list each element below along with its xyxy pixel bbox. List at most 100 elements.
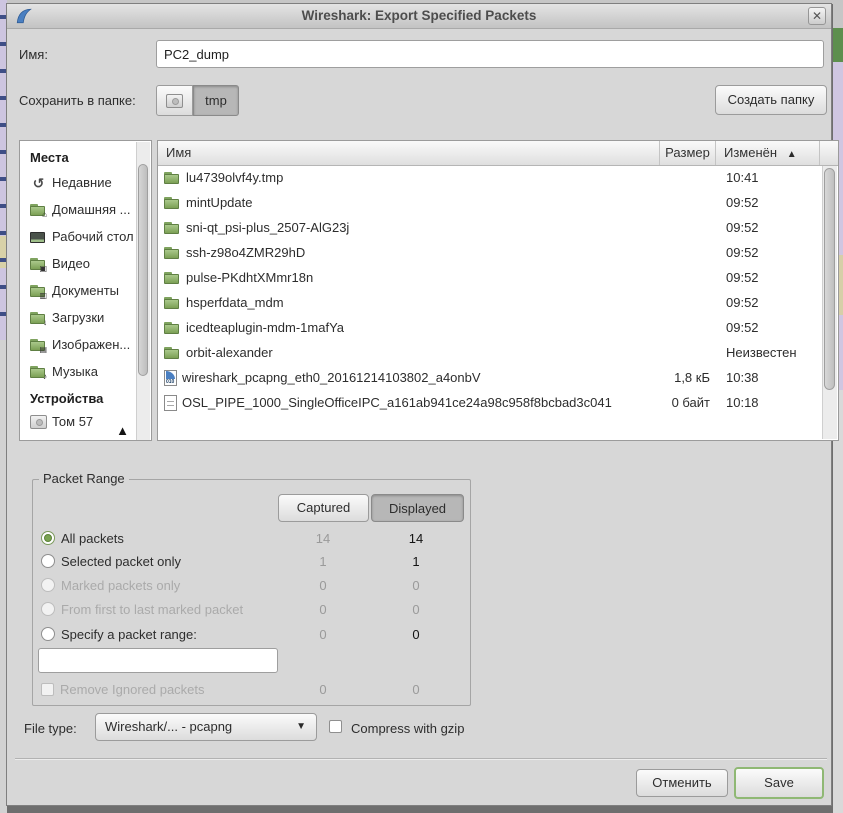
file-modified: 09:52	[716, 220, 759, 235]
file-row[interactable]: ssh-z98o4ZMR29hD 09:52	[158, 240, 822, 265]
close-icon[interactable]: ✕	[808, 7, 826, 25]
folder-icon	[164, 295, 181, 311]
file-list-scrollbar-thumb[interactable]	[824, 168, 835, 390]
export-packets-dialog: Wireshark: Export Specified Packets ✕ Им…	[6, 3, 832, 806]
file-modified: 09:52	[716, 195, 759, 210]
sidebar-item-home[interactable]: ⌂ Домашняя ...	[20, 196, 151, 223]
sidebar-item-downloads[interactable]: ↓ Загрузки	[20, 304, 151, 331]
sidebar-item-music[interactable]: ♪ Музыка	[20, 358, 151, 385]
row-label: Marked packets only	[61, 578, 180, 593]
sidebar-item-label: Недавние	[52, 175, 112, 190]
places-header: Места	[20, 141, 151, 169]
sidebar-item-desktop[interactable]: Рабочий стол	[20, 223, 151, 250]
file-row[interactable]: pulse-PKdhtXMmr18n 09:52	[158, 265, 822, 290]
row-label: All packets	[61, 531, 124, 546]
file-row[interactable]: icedteaplugin-mdm-1mafYa 09:52	[158, 315, 822, 340]
checkbox-compress-gzip[interactable]	[329, 720, 342, 733]
file-name: icedteaplugin-mdm-1mafYa	[186, 320, 344, 335]
file-modified: 09:52	[716, 295, 759, 310]
devices-header: Устройства	[20, 385, 151, 408]
sidebar-item-label: Домашняя ...	[52, 202, 130, 217]
packet-range-row-first-last: From first to last marked packet	[41, 599, 243, 619]
checkbox-remove-ignored	[41, 683, 54, 696]
sidebar-item-volume[interactable]: Том 57	[20, 408, 151, 435]
file-name: hsperfdata_mdm	[186, 295, 284, 310]
file-size: 0 байт	[658, 395, 716, 410]
filesystem-path-button[interactable]	[156, 85, 193, 116]
file-row[interactable]: sni-qt_psi-plus_2507-AlG23j 09:52	[158, 215, 822, 240]
row-label: Remove Ignored packets	[60, 682, 205, 697]
file-modified: 10:18	[716, 395, 759, 410]
file-name: OSL_PIPE_1000_SingleOfficeIPC_a161ab941c…	[182, 395, 612, 410]
file-type-label: File type:	[24, 721, 77, 736]
window-title: Wireshark: Export Specified Packets	[7, 8, 831, 23]
captured-count: 0	[293, 627, 353, 642]
displayed-count: 14	[386, 531, 446, 546]
save-button[interactable]: Save	[734, 767, 824, 799]
radio-all-packets[interactable]	[41, 531, 55, 545]
radio-specify-range[interactable]	[41, 627, 55, 641]
file-row[interactable]: mintUpdate 09:52	[158, 190, 822, 215]
pictures-folder-icon: ▤	[30, 337, 47, 353]
save-in-folder-label: Сохранить в папке:	[19, 93, 136, 108]
screen: Wireshark: Export Specified Packets ✕ Им…	[0, 0, 843, 813]
capture-file-icon: 010	[164, 370, 177, 386]
sidebar-item-label: Музыка	[52, 364, 98, 379]
file-row[interactable]: hsperfdata_mdm 09:52	[158, 290, 822, 315]
file-name: mintUpdate	[186, 195, 252, 210]
tmp-path-button[interactable]: tmp	[193, 85, 239, 116]
places-sidebar: Места ↺ Недавние ⌂ Домашняя ... Рабочий …	[19, 140, 152, 441]
file-name: ssh-z98o4ZMR29hD	[186, 245, 305, 260]
radio-marked-packets	[41, 578, 55, 592]
file-row[interactable]: 010 wireshark_pcapng_eth0_20161214103802…	[158, 365, 822, 390]
packet-range-row-all[interactable]: All packets	[41, 528, 124, 548]
eject-icon[interactable]: ▲	[116, 424, 129, 437]
captured-column-button[interactable]: Captured	[278, 494, 369, 522]
packet-range-row-selected[interactable]: Selected packet only	[41, 551, 181, 571]
create-folder-button[interactable]: Создать папку	[715, 85, 827, 115]
file-row[interactable]: lu4739olvf4y.tmp 10:41	[158, 165, 822, 190]
action-area-separator	[15, 758, 827, 760]
sidebar-item-videos[interactable]: ▣ Видео	[20, 250, 151, 277]
file-type-selected-value: Wireshark/... - pcapng	[105, 719, 232, 734]
file-name: pulse-PKdhtXMmr18n	[186, 270, 313, 285]
file-type-dropdown[interactable]: Wireshark/... - pcapng ▼	[95, 713, 317, 741]
home-folder-icon: ⌂	[30, 202, 47, 218]
music-folder-icon: ♪	[30, 364, 47, 380]
sidebar-item-documents[interactable]: ▥ Документы	[20, 277, 151, 304]
file-list: Имя Размер Изменён ▲ lu4739olvf4y.tmp 10…	[157, 140, 839, 441]
radio-selected-packet[interactable]	[41, 554, 55, 568]
name-label: Имя:	[19, 47, 48, 62]
drive-icon	[166, 94, 183, 108]
sidebar-item-label: Загрузки	[52, 310, 104, 325]
file-row[interactable]: orbit-alexander Неизвестен	[158, 340, 822, 365]
radio-first-to-last-marked	[41, 602, 55, 616]
column-header-modified[interactable]: Изменён ▲	[716, 141, 820, 165]
row-label: From first to last marked packet	[61, 602, 243, 617]
file-rows: lu4739olvf4y.tmp 10:41 mintUpdate 09:52 …	[158, 165, 822, 440]
file-list-scrollbar[interactable]	[822, 166, 837, 439]
compress-gzip-label: Compress with gzip	[351, 721, 464, 736]
column-header-name[interactable]: Имя	[158, 141, 660, 165]
column-header-corner	[820, 141, 838, 165]
packet-range-input[interactable]	[38, 648, 278, 673]
displayed-count: 0	[386, 602, 446, 617]
file-row[interactable]: OSL_PIPE_1000_SingleOfficeIPC_a161ab941c…	[158, 390, 822, 415]
packet-range-row-specify[interactable]: Specify a packet range:	[41, 624, 197, 644]
cancel-button[interactable]: Отменить	[636, 769, 728, 797]
recent-icon: ↺	[30, 175, 47, 191]
sidebar-scrollbar[interactable]	[136, 142, 150, 441]
file-modified: 09:52	[716, 245, 759, 260]
column-header-size[interactable]: Размер	[660, 141, 716, 165]
sidebar-scrollbar-thumb[interactable]	[138, 164, 148, 376]
displayed-count: 0	[386, 578, 446, 593]
displayed-column-button[interactable]: Displayed	[371, 494, 464, 522]
sidebar-item-recent[interactable]: ↺ Недавние	[20, 169, 151, 196]
captured-count: 0	[293, 682, 353, 697]
sidebar-item-label: Рабочий стол	[52, 229, 134, 244]
file-name: lu4739olvf4y.tmp	[186, 170, 283, 185]
desktop-icon	[30, 229, 47, 245]
filename-input[interactable]	[156, 40, 824, 68]
titlebar[interactable]: Wireshark: Export Specified Packets ✕	[7, 4, 831, 29]
sidebar-item-pictures[interactable]: ▤ Изображен...	[20, 331, 151, 358]
